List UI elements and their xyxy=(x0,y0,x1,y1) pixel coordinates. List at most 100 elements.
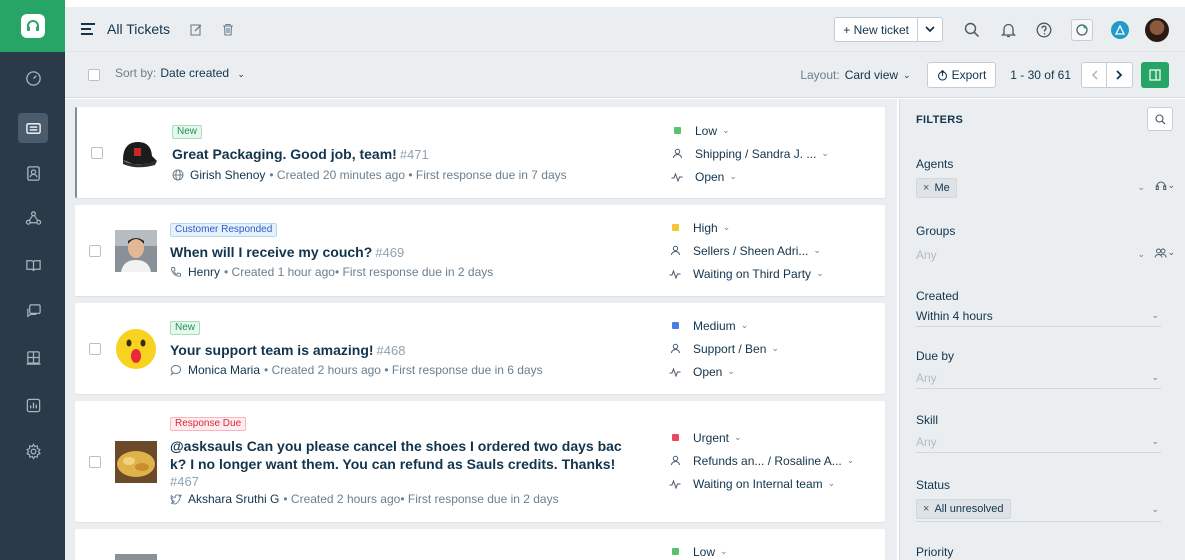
new-ticket-button[interactable]: + New ticket xyxy=(834,17,943,42)
apps-icon[interactable] xyxy=(1071,18,1093,41)
ticket-subject[interactable]: @asksauls Can you please cancel the shoe… xyxy=(170,437,622,491)
trash-icon[interactable] xyxy=(220,21,236,37)
requester-name[interactable]: Girish Shenoy xyxy=(190,168,265,182)
agents-select[interactable]: × Me ⌄ ⌄ xyxy=(916,177,1175,199)
priority-dropdown[interactable]: Low ⌄ xyxy=(671,119,829,142)
agent-chip[interactable]: × Me xyxy=(916,178,957,198)
ticket-checkbox[interactable] xyxy=(89,245,101,257)
requester-name[interactable]: Akshara Sruthi G xyxy=(188,492,279,506)
dashboard-icon[interactable] xyxy=(18,63,48,93)
chat-icon xyxy=(170,364,182,376)
help-icon[interactable] xyxy=(1035,21,1053,39)
chevron-down-icon: ⌄ xyxy=(722,222,731,232)
ticket-card[interactable]: Customer Responded When will I receive m… xyxy=(75,205,885,296)
layout-dropdown[interactable]: Card view xyxy=(845,68,898,82)
filter-search-button[interactable] xyxy=(1147,107,1173,131)
group-agent-dropdown[interactable]: Shipping / Sandra J. ... ⌄ xyxy=(671,142,829,165)
chevron-down-icon: ⌄ xyxy=(903,69,911,80)
subject-text: Great Packaging. Good job, team! xyxy=(172,146,397,162)
due-by-select[interactable]: Any ⌄ xyxy=(916,367,1161,389)
menu-icon[interactable] xyxy=(81,23,95,35)
filter-skill: Skill Any ⌄ xyxy=(916,413,1161,453)
agent-icon xyxy=(670,455,680,466)
ticket-card[interactable]: New Your support team is amazing! #468 Mo… xyxy=(75,303,885,394)
created-select[interactable]: Within 4 hours ⌄ xyxy=(916,305,1161,327)
user-avatar[interactable] xyxy=(1145,17,1169,42)
chevron-down-icon[interactable] xyxy=(918,26,942,33)
app-logo[interactable] xyxy=(0,0,65,52)
subject-text: When will I receive my couch? xyxy=(170,244,373,260)
filter-priority: Priority xyxy=(916,545,1161,559)
ticket-number: #468 xyxy=(376,343,406,358)
skill-select[interactable]: Any ⌄ xyxy=(916,431,1161,453)
agent-icon xyxy=(672,148,682,159)
groups-icon[interactable] xyxy=(18,203,48,233)
search-icon[interactable] xyxy=(963,21,981,39)
requester-name[interactable]: Monica Maria xyxy=(188,363,260,377)
forums-icon[interactable] xyxy=(18,296,48,326)
ticket-card[interactable]: Low ⌄ xyxy=(75,529,885,560)
priority-dropdown[interactable]: Medium ⌄ xyxy=(669,314,779,337)
filter-panel: FILTERS Agents × Me ⌄ ⌄ Groups Any ⌄ ⌄ Cr… xyxy=(899,99,1185,560)
export-button[interactable]: Export xyxy=(926,62,997,88)
chevron-down-icon: ⌄ xyxy=(846,455,855,465)
ticket-subject[interactable]: When will I receive my couch? #469 xyxy=(170,243,404,262)
select-all-checkbox[interactable] xyxy=(88,69,100,81)
priority-dropdown[interactable]: Low ⌄ xyxy=(669,540,728,560)
ticket-checkbox[interactable] xyxy=(91,147,103,159)
edit-view-icon[interactable] xyxy=(188,21,204,37)
due-time: • First response due in 2 days xyxy=(334,265,494,279)
filters-title: FILTERS xyxy=(916,114,964,126)
assets-icon[interactable] xyxy=(18,342,48,372)
group-agent-dropdown[interactable]: Sellers / Sheen Adri... ⌄ xyxy=(669,239,824,262)
sort-dropdown[interactable]: Sort by: Date created ⌄ xyxy=(115,66,245,80)
close-icon[interactable]: × xyxy=(923,503,929,515)
contacts-icon[interactable] xyxy=(18,158,48,188)
group-agent-dropdown[interactable]: Support / Ben ⌄ xyxy=(669,337,779,360)
status-select[interactable]: × All unresolved ⌄ xyxy=(916,496,1161,522)
status-chip[interactable]: × All unresolved xyxy=(916,498,1011,519)
ticket-checkbox[interactable] xyxy=(89,456,101,468)
status-dropdown[interactable]: Waiting on Third Party ⌄ xyxy=(669,262,824,285)
bell-icon[interactable] xyxy=(999,21,1017,39)
groups-select[interactable]: Any ⌄ ⌄ xyxy=(916,244,1175,266)
ticket-checkbox[interactable] xyxy=(89,343,101,355)
top-header: All Tickets + New ticket xyxy=(65,7,1185,52)
next-page-button[interactable] xyxy=(1107,62,1133,88)
requester-name[interactable]: Henry xyxy=(188,265,220,279)
priority-dropdown[interactable]: High ⌄ xyxy=(669,216,824,239)
status-dropdown[interactable]: Waiting on Internal team ⌄ xyxy=(669,472,854,495)
knowledge-base-icon[interactable] xyxy=(18,250,48,280)
chevron-down-icon: ⌄ xyxy=(1151,504,1159,514)
priority-dropdown[interactable]: Urgent ⌄ xyxy=(669,426,854,449)
reports-icon[interactable] xyxy=(18,390,48,420)
status-dropdown[interactable]: Open ⌄ xyxy=(669,360,779,383)
ticket-card[interactable]: New Great Packaging. Good job, team! #471… xyxy=(75,107,885,198)
prev-page-button[interactable] xyxy=(1081,62,1107,88)
ticket-list: New Great Packaging. Good job, team! #471… xyxy=(65,99,897,560)
priority-dot xyxy=(673,127,681,134)
ticket-properties: Urgent ⌄ Refunds an... / Rosaline A... ⌄ W… xyxy=(669,426,854,495)
group-agent-value: Refunds an... / Rosaline A... xyxy=(693,453,842,468)
ticket-meta: Girish Shenoy • Created 20 minutes ago •… xyxy=(172,168,567,182)
tickets-icon[interactable] xyxy=(18,113,48,143)
due-time: • First response due in 6 days xyxy=(384,363,543,377)
ticket-card[interactable]: Response Due @asksauls Can you please ca… xyxy=(75,401,885,522)
group-agent-value: Shipping / Sandra J. ... xyxy=(695,146,817,161)
headset-icon[interactable]: ⌄ xyxy=(1155,180,1175,191)
settings-icon[interactable] xyxy=(18,436,48,466)
status-value: Open xyxy=(693,364,723,379)
status-value: Waiting on Third Party xyxy=(693,266,812,281)
due-time: • First response due in 7 days xyxy=(408,168,567,182)
status-dropdown[interactable]: Open ⌄ xyxy=(671,165,829,188)
group-agent-dropdown[interactable]: Refunds an... / Rosaline A... ⌄ xyxy=(669,449,854,472)
ticket-subject[interactable]: Your support team is amazing! #468 xyxy=(170,341,405,360)
users-icon[interactable]: ⌄ xyxy=(1154,247,1175,258)
group-agent-value: Sellers / Sheen Adri... xyxy=(693,243,809,258)
groups-placeholder: Any xyxy=(916,248,937,262)
ticket-subject[interactable]: Great Packaging. Good job, team! #471 xyxy=(172,145,429,164)
export-label: Export xyxy=(951,68,987,82)
close-icon[interactable]: × xyxy=(923,182,929,194)
freshworks-apps-icon[interactable] xyxy=(1111,20,1129,39)
filter-panel-toggle[interactable] xyxy=(1141,62,1169,88)
